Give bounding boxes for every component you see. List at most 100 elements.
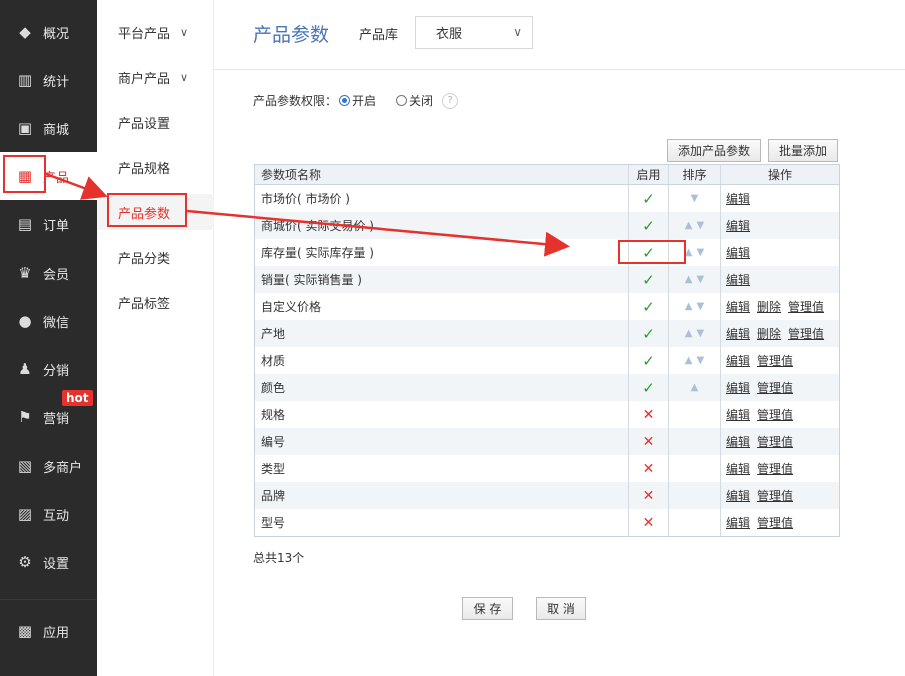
- nav-item-apps[interactable]: ▩ 应用: [0, 607, 97, 655]
- check-icon[interactable]: ✓: [642, 379, 655, 397]
- edit-link[interactable]: 编辑: [726, 217, 750, 234]
- table-row: 产地 ✓ ▲ ▼ 编辑 删除 管理值: [255, 320, 839, 347]
- radio-on[interactable]: [339, 95, 351, 106]
- nav-item-label: 微信: [43, 315, 70, 331]
- arrow-down-icon[interactable]: ▼: [697, 274, 705, 285]
- edit-link[interactable]: 编辑: [726, 487, 750, 504]
- cancel-button[interactable]: 取 消: [536, 597, 586, 620]
- manage-values-link[interactable]: 管理值: [757, 487, 793, 504]
- edit-link[interactable]: 编辑: [726, 514, 750, 531]
- arrow-down-icon[interactable]: ▼: [691, 193, 699, 204]
- nav-item-label: 概况: [43, 26, 70, 42]
- manage-values-link[interactable]: 管理值: [757, 460, 793, 477]
- nav-item-statistics[interactable]: ▥ 统计: [0, 56, 97, 104]
- table-row: 销量( 实际销售量 ) ✓ ▲ ▼ 编辑: [255, 266, 839, 293]
- delete-link[interactable]: 删除: [757, 298, 781, 315]
- column-header-name: 参数项名称: [261, 168, 322, 182]
- nav-item-overview[interactable]: ◆ 概况: [0, 8, 97, 56]
- enabled-cell: ✕: [628, 482, 668, 509]
- subnav-item-product-specs[interactable]: 产品规格: [97, 149, 214, 185]
- nav-item-orders[interactable]: ▤ 订单: [0, 200, 97, 248]
- permission-on-option[interactable]: 开启: [339, 92, 376, 109]
- param-name-cell: 品牌: [261, 489, 286, 503]
- arrow-down-icon[interactable]: ▼: [697, 355, 705, 366]
- cross-icon[interactable]: ✕: [643, 515, 655, 531]
- column-header-actions: 操作: [720, 165, 839, 184]
- nav-item-settings[interactable]: ⚙ 设置: [0, 538, 97, 586]
- manage-values-link[interactable]: 管理值: [788, 298, 824, 315]
- radio-off[interactable]: [396, 95, 408, 106]
- cross-icon[interactable]: ✕: [643, 434, 655, 450]
- subnav-item-product-categories[interactable]: 产品分类: [97, 239, 214, 275]
- nav-item-interaction[interactable]: ▨ 互动: [0, 490, 97, 538]
- nav-item-multi-merchant[interactable]: ▧ 多商户: [0, 442, 97, 490]
- nav-item-label: 会员: [43, 267, 70, 283]
- edit-link[interactable]: 编辑: [726, 271, 750, 288]
- add-param-button[interactable]: 添加产品参数: [667, 139, 761, 162]
- arrow-up-icon[interactable]: ▲: [685, 220, 693, 231]
- edit-link[interactable]: 编辑: [726, 190, 750, 207]
- edit-link[interactable]: 编辑: [726, 298, 750, 315]
- manage-values-link[interactable]: 管理值: [757, 379, 793, 396]
- arrow-down-icon[interactable]: ▼: [697, 301, 705, 312]
- check-icon[interactable]: ✓: [642, 271, 655, 289]
- help-icon[interactable]: ?: [442, 92, 459, 109]
- interact-icon: ▨: [17, 505, 33, 523]
- edit-link[interactable]: 编辑: [726, 352, 750, 369]
- arrow-down-icon[interactable]: ▼: [697, 220, 705, 231]
- arrow-down-icon[interactable]: ▼: [697, 247, 705, 258]
- delete-link[interactable]: 删除: [757, 325, 781, 342]
- param-name-cell: 商城价( 实际交易价 ): [261, 219, 374, 233]
- check-icon[interactable]: ✓: [642, 352, 655, 370]
- sort-cell: ▲ ▼: [668, 347, 720, 374]
- nav-item-distribution[interactable]: ♟ 分销: [0, 345, 97, 393]
- subnav-item-product-settings[interactable]: 产品设置: [97, 104, 214, 140]
- enabled-cell: ✕: [628, 401, 668, 428]
- edit-link[interactable]: 编辑: [726, 325, 750, 342]
- batch-add-button[interactable]: 批量添加: [768, 139, 838, 162]
- arrow-up-icon[interactable]: ▲: [685, 328, 693, 339]
- edit-link[interactable]: 编辑: [726, 244, 750, 261]
- check-icon[interactable]: ✓: [642, 190, 655, 208]
- manage-values-link[interactable]: 管理值: [788, 325, 824, 342]
- cross-icon[interactable]: ✕: [643, 461, 655, 477]
- nav-item-members[interactable]: ♛ 会员: [0, 249, 97, 297]
- manage-values-link[interactable]: 管理值: [757, 433, 793, 450]
- edit-link[interactable]: 编辑: [726, 406, 750, 423]
- table-row: 商城价( 实际交易价 ) ✓ ▲ ▼ 编辑: [255, 212, 839, 239]
- arrow-up-icon[interactable]: ▲: [685, 355, 693, 366]
- nav-item-mall[interactable]: ▣ 商城: [0, 104, 97, 152]
- check-icon[interactable]: ✓: [642, 217, 655, 235]
- subnav-item-label: 产品设置: [118, 116, 171, 132]
- table-header-row: 参数项名称 启用 排序 操作: [255, 165, 839, 185]
- permission-off-option[interactable]: 关闭: [396, 92, 433, 109]
- manage-values-link[interactable]: 管理值: [757, 514, 793, 531]
- hot-badge: hot: [62, 390, 93, 406]
- nav-item-label: 多商户: [43, 460, 83, 476]
- cross-icon[interactable]: ✕: [643, 407, 655, 423]
- subnav-item-product-tags[interactable]: 产品标签: [97, 284, 214, 320]
- check-icon[interactable]: ✓: [642, 325, 655, 343]
- arrow-up-icon[interactable]: ▲: [685, 274, 693, 285]
- arrow-up-icon[interactable]: ▲: [685, 301, 693, 312]
- actions-cell: 编辑 删除 管理值: [720, 320, 839, 347]
- cross-icon[interactable]: ✕: [643, 488, 655, 504]
- check-icon[interactable]: ✓: [642, 298, 655, 316]
- edit-link[interactable]: 编辑: [726, 460, 750, 477]
- nav-item-label: 统计: [43, 74, 70, 90]
- arrow-up-icon[interactable]: ▲: [691, 382, 699, 393]
- arrow-down-icon[interactable]: ▼: [697, 328, 705, 339]
- save-button[interactable]: 保 存: [462, 597, 513, 620]
- actions-cell: 编辑 管理值: [720, 347, 839, 374]
- manage-values-link[interactable]: 管理值: [757, 352, 793, 369]
- nav-item-wechat[interactable]: ● 微信: [0, 297, 97, 345]
- subnav-item-merchant-products[interactable]: 商户产品 ∨: [97, 59, 214, 95]
- page-title: 产品参数: [253, 24, 330, 46]
- edit-link[interactable]: 编辑: [726, 433, 750, 450]
- table-body: 市场价( 市场价 ) ✓ ▼ 编辑 商城价( 实际交易价 ) ✓ ▲ ▼ 编辑 库存量( 实际库存…: [255, 185, 839, 536]
- subnav-item-platform-products[interactable]: 平台产品 ∨: [97, 14, 214, 50]
- edit-link[interactable]: 编辑: [726, 379, 750, 396]
- library-select[interactable]: 衣服 ∨: [415, 16, 533, 49]
- sort-cell: [668, 455, 720, 482]
- manage-values-link[interactable]: 管理值: [757, 406, 793, 423]
